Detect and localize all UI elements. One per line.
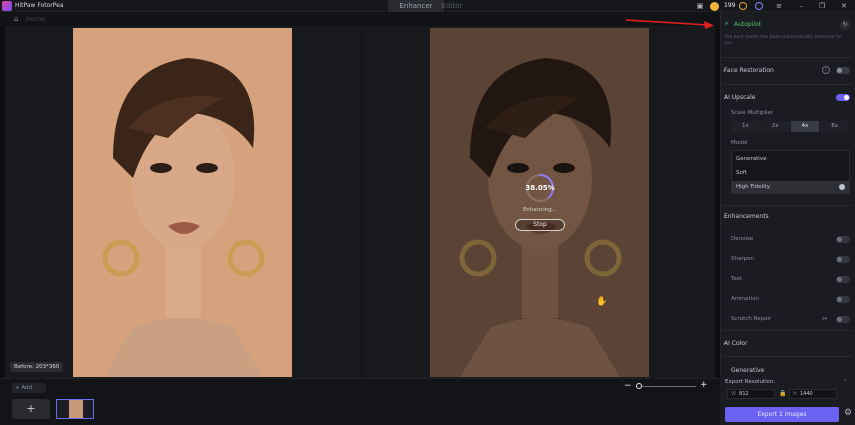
progress-percent: 38.05% [525,184,555,192]
home-label[interactable]: Home [26,15,45,23]
red-arrow-annotation [626,19,714,29]
feature-denoise: Denoise [731,236,754,242]
feature-sharpen: Sharpen [731,256,754,262]
scale-option[interactable]: 1x [731,121,760,132]
height-value: 1440 [799,391,813,397]
width-field[interactable]: W 812 [727,389,775,399]
bottom-bar [0,378,720,425]
ai-upscale-label: AI Upscale [724,94,756,101]
model-option[interactable]: Generative [732,153,849,165]
hand-cursor-icon: ✋ [596,297,608,307]
bolt-icon: ⚡ [724,20,729,28]
autopilot-note: The best model has been automatically ma… [724,35,843,46]
height-field[interactable]: H 1440 [789,389,837,399]
feature-text: Text [731,276,743,282]
enhancing-status: Enhancing... [522,207,558,213]
ai-color-label: AI Color [724,340,748,347]
zoom-in-icon[interactable]: + [700,380,708,390]
text-toggle[interactable] [836,276,850,283]
model-option-selected[interactable]: High Fidelity [732,181,849,193]
generative-label: Generative [731,367,765,374]
stop-button[interactable]: Stop [515,219,565,231]
info-icon[interactable]: i [822,66,830,74]
enhancements-label: Enhancements [724,213,769,220]
minimize-icon[interactable]: – [797,2,805,10]
coin-icon [710,2,719,11]
zoom-out-icon[interactable]: − [624,381,632,391]
check-icon [839,184,845,190]
export-resolution-label: Export Resolution: [725,379,776,385]
scale-option[interactable]: 8x [820,121,849,132]
face-restoration-label: Face Restoration [724,67,774,74]
denoise-toggle[interactable] [836,236,850,243]
credit-count: 199 [724,2,736,9]
model-label: Model [731,140,748,146]
sharpen-toggle[interactable] [836,256,850,263]
scale-option[interactable]: 4x [790,121,820,132]
divider-line [722,356,852,357]
model-list: Generative Soft High Fidelity [731,150,850,194]
app-title: HitPaw FotorPea [15,2,64,9]
home-bar [0,12,720,26]
home-icon[interactable]: ⌂ [14,15,22,23]
add-button[interactable]: + Add [12,383,46,393]
compare-divider[interactable] [361,28,362,377]
image-thumbnail[interactable] [56,399,94,419]
zoom-slider-track[interactable] [636,386,696,387]
refresh-icon[interactable]: ↻ [840,20,850,30]
width-value: 812 [739,391,749,397]
thumbnail-preview [69,400,83,418]
model-option[interactable]: Soft [732,167,849,179]
export-button[interactable]: Export 1 images [725,407,839,422]
feature-scratch-repair: Scratch Repair [731,316,772,322]
menu-icon[interactable]: ≡ [775,2,783,10]
autopilot-label[interactable]: Autopilot [734,21,761,28]
scale-selector: 1x 2x 4x 8x [731,121,849,132]
scissor-icon[interactable]: ✂ [822,315,828,323]
chat-icon[interactable]: ▣ [696,2,704,10]
scratch-repair-toggle[interactable] [836,316,850,323]
before-size-badge: Before: 203*360 [10,362,64,372]
scale-multiplier-label: Scale Multiplier [731,110,774,116]
width-prefix: W [731,391,736,397]
divider-line [722,330,852,331]
divider-line [722,57,852,58]
tab-editor[interactable]: Editor [432,0,472,12]
maximize-icon[interactable]: ❐ [818,2,826,10]
lock-icon[interactable]: 🔒 [779,390,786,397]
scale-option[interactable]: 2x [760,121,790,132]
model-option-label: High Fidelity [736,184,771,190]
gear-icon[interactable]: ⚙ [844,408,852,418]
app-logo-icon [2,1,12,11]
account-icon[interactable] [755,2,763,10]
divider-line [722,84,852,85]
gift-icon[interactable] [739,2,747,10]
face-restoration-toggle[interactable] [836,67,850,74]
divider-line [722,205,852,206]
height-prefix: H [793,391,797,397]
chevron-up-icon[interactable]: ⌃ [843,379,847,385]
feature-animation: Animation [731,296,760,302]
ai-upscale-toggle[interactable] [836,94,850,101]
animation-toggle[interactable] [836,296,850,303]
zoom-slider-knob[interactable] [636,383,642,389]
before-image [73,28,292,377]
close-icon[interactable]: ✕ [840,2,848,10]
add-image-tile[interactable]: + [12,399,50,419]
